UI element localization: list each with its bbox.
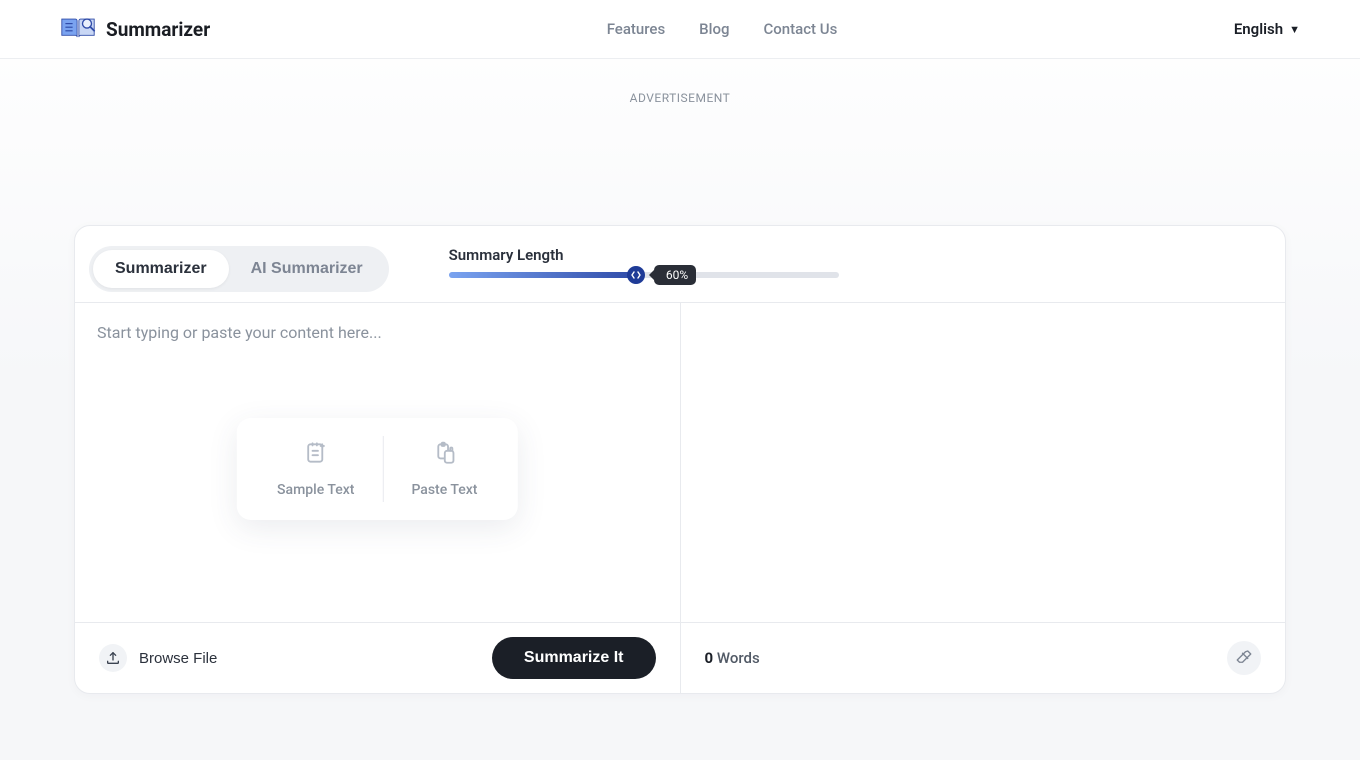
eraser-icon bbox=[1235, 648, 1253, 669]
paste-text-label: Paste Text bbox=[411, 482, 477, 498]
caret-down-icon: ▼ bbox=[1289, 23, 1300, 36]
summarize-button[interactable]: Summarize It bbox=[492, 637, 656, 679]
slider-grip-icon bbox=[631, 270, 641, 280]
tab-summarizer[interactable]: Summarizer bbox=[93, 250, 229, 288]
advertisement-label: ADVERTISEMENT bbox=[0, 91, 1360, 105]
output-pane bbox=[681, 303, 1286, 622]
footer-right: 0 Words bbox=[681, 623, 1286, 693]
paste-text-button[interactable]: Paste Text bbox=[382, 436, 505, 502]
panes: Sample Text Paste Text bbox=[75, 302, 1285, 622]
word-count-value: 0 bbox=[705, 649, 714, 667]
summarizer-card: Summarizer AI Summarizer Summary Length … bbox=[74, 225, 1286, 694]
nav-blog[interactable]: Blog bbox=[699, 20, 729, 38]
slider-thumb[interactable] bbox=[627, 266, 645, 284]
nav-features[interactable]: Features bbox=[607, 20, 665, 38]
slider-value-badge: 60% bbox=[654, 265, 696, 285]
summary-length-slider[interactable]: 60% bbox=[449, 272, 839, 278]
top-bar: Summarizer Features Blog Contact Us Engl… bbox=[0, 0, 1360, 59]
summary-length-label: Summary Length bbox=[449, 246, 909, 264]
controls-row: Summarizer AI Summarizer Summary Length … bbox=[75, 226, 1285, 302]
tab-ai-summarizer[interactable]: AI Summarizer bbox=[229, 250, 385, 288]
notepad-plus-icon bbox=[303, 440, 329, 470]
upload-icon bbox=[99, 644, 127, 672]
brand[interactable]: Summarizer bbox=[60, 14, 210, 44]
language-label: English bbox=[1234, 20, 1283, 38]
clear-output-button[interactable] bbox=[1227, 641, 1261, 675]
mode-tabs: Summarizer AI Summarizer bbox=[89, 246, 389, 292]
sample-text-button[interactable]: Sample Text bbox=[249, 436, 382, 502]
helper-card: Sample Text Paste Text bbox=[237, 418, 517, 520]
word-count: 0 Words bbox=[705, 649, 760, 667]
language-picker[interactable]: English ▼ bbox=[1234, 20, 1300, 38]
browse-file-button[interactable]: Browse File bbox=[99, 644, 217, 672]
footer-row: Browse File Summarize It 0 Words bbox=[75, 622, 1285, 693]
book-magnifier-icon bbox=[60, 14, 96, 44]
nav-contact[interactable]: Contact Us bbox=[763, 20, 837, 38]
main-nav: Features Blog Contact Us bbox=[607, 20, 838, 38]
clipboard-paste-icon bbox=[431, 440, 457, 470]
word-count-label: Words bbox=[717, 649, 760, 667]
summary-length-block: Summary Length 60% bbox=[449, 246, 909, 278]
footer-left: Browse File Summarize It bbox=[75, 623, 681, 693]
browse-file-label: Browse File bbox=[139, 650, 217, 667]
input-pane: Sample Text Paste Text bbox=[75, 303, 681, 622]
slider-fill bbox=[449, 272, 636, 278]
sample-text-label: Sample Text bbox=[277, 482, 354, 498]
brand-name: Summarizer bbox=[106, 18, 210, 41]
